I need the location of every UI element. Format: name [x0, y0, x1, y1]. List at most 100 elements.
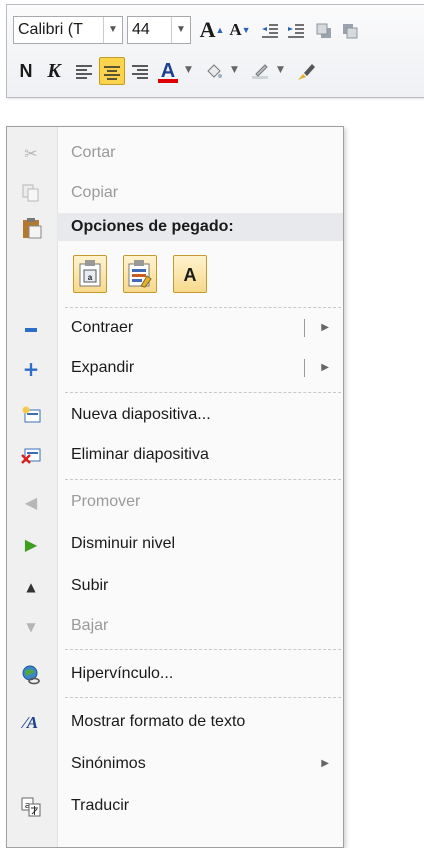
arrow-left-icon: ◀ — [24, 493, 38, 512]
menu-item-mostrar-formato[interactable]: ⁄A Mostrar formato de texto — [7, 703, 343, 741]
menu-item-label: Traducir — [71, 797, 130, 814]
menu-item-promover[interactable]: ◀ Promover — [7, 483, 343, 521]
menu-item-label: Eliminar diapositiva — [71, 446, 209, 463]
chevron-down-icon[interactable]: ▼ — [185, 65, 192, 75]
chevron-down-icon[interactable]: ▼ — [171, 17, 190, 43]
italic-icon: K — [47, 60, 61, 82]
paste-keep-text-only-icon: A — [183, 265, 197, 285]
menu-item-traducir[interactable]: a Traducir — [7, 787, 343, 825]
font-name-combo[interactable]: Calibri (T ▼ — [13, 16, 123, 44]
menu-separator — [65, 697, 341, 698]
align-right-icon — [132, 65, 148, 80]
bring-forward-icon — [316, 23, 331, 39]
triangle-up-icon: ▲ — [26, 580, 36, 594]
submenu-arrow-icon[interactable]: ▶ — [321, 745, 329, 783]
menu-item-label: Copiar — [71, 184, 119, 201]
bold-icon: N — [19, 61, 33, 81]
menu-item-disminuir-nivel[interactable]: ▶ Disminuir nivel — [7, 525, 343, 563]
send-backward-icon — [343, 24, 358, 39]
shape-fill-button[interactable] — [201, 57, 227, 85]
triangle-down-icon: ▼ — [26, 620, 36, 634]
menu-item-label: Hipervínculo... — [71, 665, 174, 682]
menu-item-label: Sinónimos — [71, 755, 146, 772]
align-left-button[interactable] — [71, 57, 97, 85]
menu-item-hipervinculo[interactable]: Hipervínculo... — [7, 655, 343, 693]
format-painter-button[interactable] — [293, 57, 319, 85]
font-color-button[interactable]: A — [155, 57, 181, 85]
font-size-value: 44 — [132, 21, 150, 38]
toolbar-row-format: N K A ▼ ▼ ▼ — [13, 53, 424, 85]
arrow-right-icon: ▶ — [24, 535, 38, 554]
mini-toolbar: Calibri (T ▼ 44 ▼ A▲ A▼ N K A ▼ ▼ ▼ — [6, 4, 424, 98]
paste-option-keep-text-only[interactable]: A — [173, 255, 207, 293]
menu-item-label: Nueva diapositiva... — [71, 406, 211, 423]
svg-text:a: a — [88, 273, 93, 282]
menu-separator — [65, 307, 341, 308]
scissors-icon: ✂ — [24, 144, 38, 163]
shape-outline-button[interactable] — [247, 57, 273, 85]
delete-slide-icon — [21, 446, 41, 466]
align-center-button[interactable] — [99, 57, 125, 85]
menu-item-eliminar-diapositiva[interactable]: Eliminar diapositiva — [7, 436, 343, 474]
chevron-down-icon[interactable]: ▼ — [231, 65, 238, 75]
text-format-icon: ⁄A — [23, 713, 39, 732]
shrink-font-icon: A — [229, 20, 242, 39]
paint-bucket-icon — [207, 64, 222, 79]
submenu-arrow-icon[interactable]: ▶ — [321, 309, 329, 347]
bring-forward-button[interactable] — [311, 16, 337, 44]
paste-options-header: Opciones de pegado: — [57, 213, 343, 241]
align-left-icon — [76, 65, 92, 80]
paste-option-keep-source-formatting[interactable] — [123, 255, 157, 293]
bold-button[interactable]: N — [13, 57, 39, 85]
increase-indent-button[interactable] — [283, 16, 309, 44]
menu-item-label: Expandir — [71, 359, 135, 376]
font-size-combo[interactable]: 44 ▼ — [127, 16, 191, 44]
copy-icon — [21, 184, 41, 204]
menu-item-label: Promover — [71, 493, 141, 510]
italic-button[interactable]: K — [41, 57, 67, 85]
menu-item-label: Bajar — [71, 617, 109, 634]
paste-clipboard-icon — [21, 217, 43, 239]
menu-separator — [65, 392, 341, 393]
plus-icon: + — [22, 357, 40, 381]
context-menu: ✂ Cortar Copiar Opciones de pegado: a A — [6, 126, 344, 848]
menu-item-label: Mostrar formato de texto — [71, 713, 246, 730]
font-name-value: Calibri (T — [18, 21, 83, 38]
align-center-icon — [104, 66, 120, 81]
chevron-down-icon[interactable]: ▼ — [277, 65, 284, 75]
decrease-indent-icon — [262, 24, 278, 39]
align-right-button[interactable] — [127, 57, 153, 85]
grow-font-icon: A — [199, 17, 216, 42]
grow-font-button[interactable]: A▲ — [199, 16, 225, 44]
translate-icon: a — [21, 797, 41, 817]
new-slide-icon — [21, 406, 41, 426]
paste-option-use-destination-theme[interactable]: a — [73, 255, 107, 293]
menu-item-nueva-diapositiva[interactable]: Nueva diapositiva... — [7, 396, 343, 434]
paste-options-label: Opciones de pegado: — [71, 218, 234, 235]
chevron-down-icon[interactable]: ▼ — [103, 17, 122, 43]
menu-item-label: Disminuir nivel — [71, 535, 176, 552]
shrink-font-button[interactable]: A▼ — [227, 16, 253, 44]
menu-item-label: Cortar — [71, 144, 116, 161]
submenu-arrow-icon[interactable]: ▶ — [321, 349, 329, 387]
decrease-indent-button[interactable] — [257, 16, 283, 44]
send-backward-button[interactable] — [337, 16, 363, 44]
menu-item-cortar[interactable]: ✂ Cortar — [7, 134, 343, 172]
minus-icon — [21, 319, 41, 339]
menu-item-bajar[interactable]: ▼ Bajar — [7, 607, 343, 645]
paste-keep-source-formatting-icon — [128, 260, 152, 288]
menu-item-copiar[interactable]: Copiar — [7, 174, 343, 212]
hyperlink-globe-icon — [21, 665, 41, 685]
menu-item-expandir[interactable]: + Expandir ▶ — [7, 349, 343, 387]
menu-separator — [65, 649, 341, 650]
menu-item-contraer[interactable]: Contraer ▶ — [7, 309, 343, 347]
format-painter-brush-icon — [298, 64, 315, 81]
menu-item-subir[interactable]: ▲ Subir — [7, 567, 343, 605]
menu-item-label: Subir — [71, 577, 109, 594]
menu-item-sinonimos[interactable]: Sinónimos ▶ — [7, 745, 343, 783]
menu-separator — [65, 479, 341, 480]
split-divider — [304, 319, 305, 337]
paste-use-destination-theme-icon: a — [79, 260, 101, 287]
toolbar-row-font: Calibri (T ▼ 44 ▼ A▲ A▼ — [13, 12, 424, 44]
increase-indent-icon — [288, 24, 304, 39]
